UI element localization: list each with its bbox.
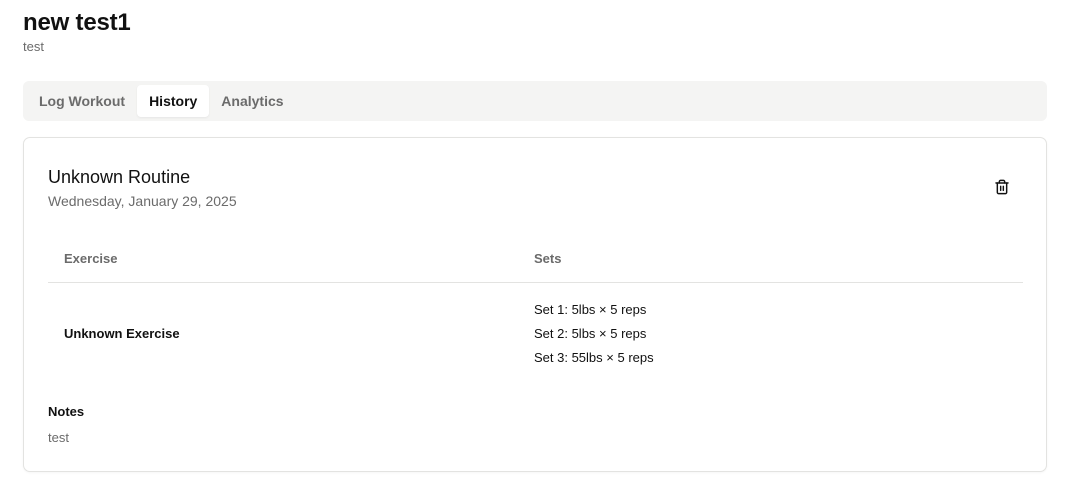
exercise-table: Exercise Sets Unknown Exercise Set 1: 5l… (48, 234, 1023, 384)
page-subtitle: test (23, 39, 44, 54)
set-entry: Set 2: 5lbs × 5 reps (534, 325, 647, 341)
routine-name: Unknown Routine (48, 167, 191, 187)
workout-date: Wednesday, January 29, 2025 (48, 193, 237, 209)
notes-label: Notes (48, 404, 85, 419)
table-row: Unknown Exercise Set 1: 5lbs × 5 reps Se… (48, 283, 1023, 384)
table-header: Exercise Sets (48, 234, 1023, 283)
exercise-name: Unknown Exercise (64, 326, 180, 341)
page: new test1 test Log Workout History Analy… (0, 0, 1079, 481)
page-title: new test1 (23, 9, 131, 36)
column-header-sets: Sets (534, 250, 562, 266)
delete-workout-button[interactable] (986, 171, 1018, 203)
notes-text: test (48, 430, 69, 445)
set-entry: Set 1: 5lbs × 5 reps (534, 301, 647, 317)
trash-icon (995, 179, 1009, 195)
workout-card: Unknown Routine Wednesday, January 29, 2… (23, 137, 1047, 472)
tab-analytics[interactable]: Analytics (209, 85, 295, 117)
tab-history[interactable]: History (137, 85, 210, 117)
set-entry: Set 3: 55lbs × 5 reps (534, 349, 654, 365)
column-header-exercise: Exercise (64, 250, 118, 266)
tab-log-workout[interactable]: Log Workout (27, 85, 137, 117)
tab-bar: Log Workout History Analytics (23, 81, 1047, 121)
sets-list: Set 1: 5lbs × 5 reps Set 2: 5lbs × 5 rep… (518, 298, 1023, 370)
